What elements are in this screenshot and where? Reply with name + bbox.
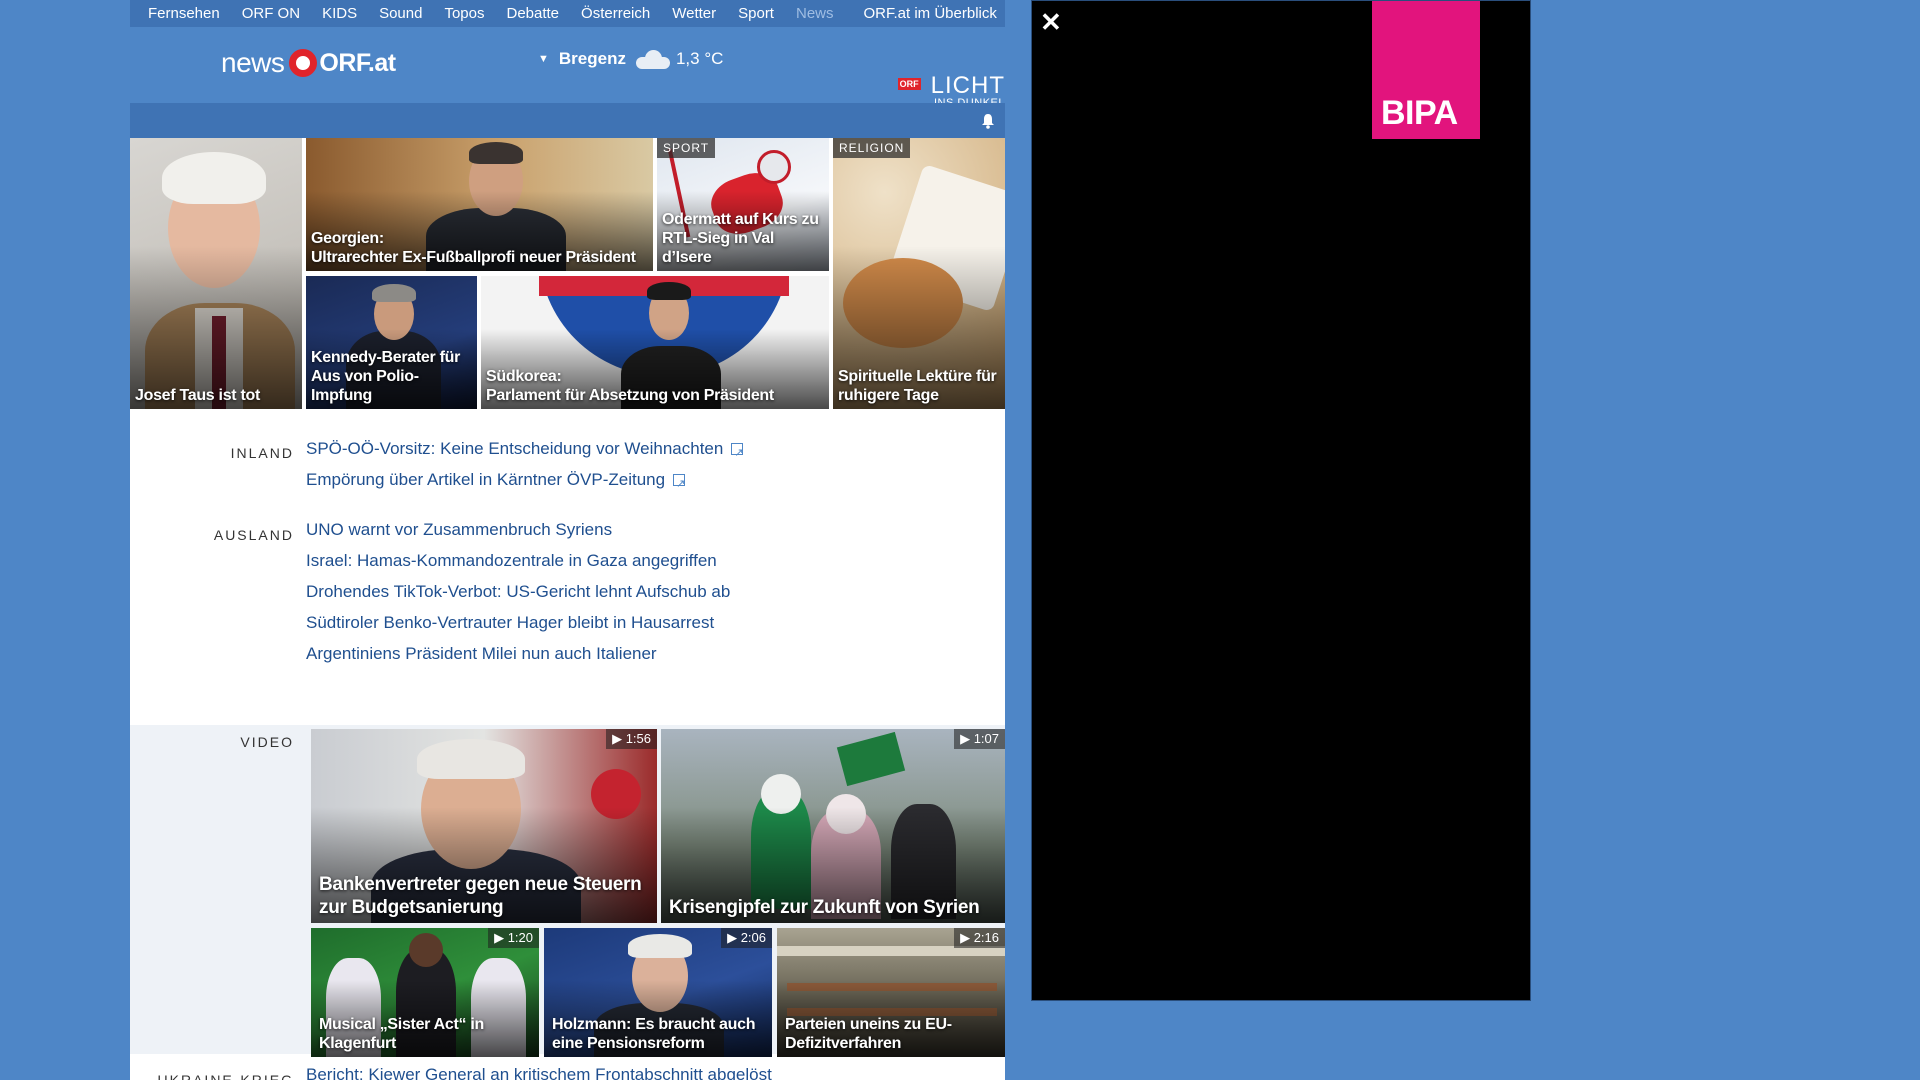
headline-link[interactable]: Drohendes TikTok-Verbot: US-Gericht lehn… [306,582,730,601]
headline-link[interactable]: Bericht: Kiewer General an kritischem Fr… [306,1065,772,1080]
licht-title: LICHT [930,72,1005,99]
tile-caption: Südkorea: Parlament für Absetzung von Pr… [486,368,774,404]
external-link-icon[interactable] [673,469,685,500]
nav-topos[interactable]: Topos [444,5,484,22]
weather-widget[interactable]: ▼ Bregenz 1,3 °C [538,49,723,69]
headline-link[interactable]: UNO warnt vor Zusammenbruch Syriens [306,520,612,539]
nav-debatte[interactable]: Debatte [506,5,559,22]
main-column: Fernsehen ORF ON KIDS Sound Topos Debatt… [130,0,1005,1080]
video-duration: ▶ 1:56 [606,729,657,749]
tile-caption: Odermatt auf Kurs zu RTL-Sieg in Val d’I… [662,211,819,266]
external-link-icon[interactable] [731,438,744,469]
tile-caption: Georgien: Ultrarechter Ex-Fußballprofi n… [311,230,636,266]
story-tile-odermatt[interactable]: SPORT Odermatt auf Kurs zu RTL-Sieg in V… [657,138,829,271]
video-duration: ▶ 1:20 [488,928,539,948]
video-section: VIDEO ▶ 1:56 Bankenvertreter gegen neue … [130,725,1005,1057]
video-duration: ▶ 2:06 [721,928,772,948]
list-item: SPÖ-OÖ-Vorsitz: Keine Entscheidung vor W… [306,433,744,469]
inland-list: SPÖ-OÖ-Vorsitz: Keine Entscheidung vor W… [306,433,744,500]
list-item: UNO warnt vor Zusammenbruch Syriens [306,514,730,545]
bipa-brand-text: BIPA [1381,94,1458,132]
logo-orf-text: ORF.at [319,48,396,77]
video-tile-bankenvertreter[interactable]: ▶ 1:56 Bankenvertreter gegen neue Steuer… [311,729,657,923]
ausland-list: UNO warnt vor Zusammenbruch Syriens Isra… [306,514,730,669]
nav-kids[interactable]: KIDS [322,5,357,22]
licht-orf-badge: ORF [897,78,921,90]
tile-caption: Musical „Sister Act“ in Klagenfurt [319,1016,484,1052]
list-item: Südtiroler Benko-Vertrauter Hager bleibt… [306,607,730,638]
bell-icon[interactable] [981,113,995,129]
list-item: Bericht: Kiewer General an kritischem Fr… [306,1059,772,1080]
nav-fernsehen[interactable]: Fernsehen [148,5,220,22]
video-tile-syrien[interactable]: ▶ 1:07 Krisengipfel zur Zukunft von Syri… [661,729,1005,923]
bipa-logo[interactable]: BIPA [1372,1,1480,139]
section-label-video: VIDEO [240,734,294,750]
list-item: Israel: Hamas-Kommandozentrale in Gaza a… [306,545,730,576]
tile-caption: Spirituelle Lektüre für ruhigere Tage [838,368,997,404]
video-tile-sister-act[interactable]: ▶ 1:20 Musical „Sister Act“ in Klagenfur… [311,928,539,1057]
nav-oesterreich[interactable]: Österreich [581,5,650,22]
tile-caption: Bankenvertreter gegen neue Steuern zur B… [319,874,642,918]
advertisement-panel[interactable]: ✕ BIPA [1031,0,1531,1001]
video-tile-holzmann[interactable]: ▶ 2:06 Holzmann: Es braucht auch eine Pe… [544,928,772,1057]
nav-sound[interactable]: Sound [379,5,422,22]
video-duration: ▶ 2:16 [954,928,1005,948]
ukraine-list: Bericht: Kiewer General an kritischem Fr… [306,1059,772,1080]
nav-wetter[interactable]: Wetter [672,5,716,22]
cloud-icon [635,49,670,69]
tile-caption: Holzmann: Es braucht auch eine Pensionsr… [552,1016,756,1052]
nav-sport[interactable]: Sport [738,5,774,22]
logo-news-text: news [221,47,285,78]
tile-caption: Krisengipfel zur Zukunft von Syrien [669,897,980,918]
nav-news[interactable]: News [796,5,834,22]
nav-orf-on[interactable]: ORF ON [242,5,300,22]
tile-caption: Josef Taus ist tot [135,387,260,404]
story-tile-georgien[interactable]: Georgien: Ultrarechter Ex-Fußballprofi n… [306,138,653,271]
section-label-ukraine: UKRAINE-KRIEG [157,1072,294,1080]
headline-link[interactable]: SPÖ-OÖ-Vorsitz: Keine Entscheidung vor W… [306,439,723,458]
weather-temperature: 1,3 °C [675,49,724,68]
orf-eye-icon [289,49,318,77]
close-icon[interactable]: ✕ [1040,7,1062,37]
video-tile-parteien[interactable]: ▶ 2:16 Parteien uneins zu EU-Defizitverf… [777,928,1005,1057]
story-tile-religion[interactable]: RELIGION Spirituelle Lektüre für ruhiger… [833,138,1005,409]
weather-city: Bregenz [558,49,626,68]
list-item: Drohendes TikTok-Verbot: US-Gericht lehn… [306,576,730,607]
nav-orf-overview[interactable]: ORF.at im Überblick [864,5,997,22]
story-tile-kennedy[interactable]: Kennedy-Berater für Aus von Polio-Impfun… [306,276,477,409]
section-label-ausland: AUSLAND [213,527,294,543]
video-duration: ▶ 1:07 [954,729,1005,749]
tile-caption: Parteien uneins zu EU-Defizitverfahren [785,1016,952,1052]
list-item: Argentiniens Präsident Milei nun auch It… [306,638,730,669]
headline-link[interactable]: Israel: Hamas-Kommandozentrale in Gaza a… [306,551,717,570]
story-tile-josef-taus[interactable]: Josef Taus ist tot [130,138,302,409]
list-item: Empörung über Artikel in Kärntner ÖVP-Ze… [306,464,743,500]
headline-link[interactable]: Empörung über Artikel in Kärntner ÖVP-Ze… [306,470,665,489]
headline-link[interactable]: Argentiniens Präsident Milei nun auch It… [306,644,657,663]
story-tile-suedkorea[interactable]: Südkorea: Parlament für Absetzung von Pr… [481,276,829,409]
masthead: news ORF.at ▼ Bregenz 1,3 °C ORF LICHT I… [130,27,1005,109]
tile-category-tag: RELIGION [833,138,911,158]
headline-link[interactable]: Südtiroler Benko-Vertrauter Hager bleibt… [306,613,714,632]
tile-caption: Kennedy-Berater für Aus von Polio-Impfun… [311,349,461,404]
content-area: Josef Taus ist tot Georgien: Ultrarechte… [130,138,1005,1080]
tile-category-tag: SPORT [657,138,716,158]
section-bar [130,103,1005,138]
caret-down-icon: ▼ [538,53,549,65]
news-orf-logo[interactable]: news ORF.at [221,47,396,79]
top-navigation: Fernsehen ORF ON KIDS Sound Topos Debatt… [130,0,1005,27]
section-label-inland: INLAND [230,445,294,461]
